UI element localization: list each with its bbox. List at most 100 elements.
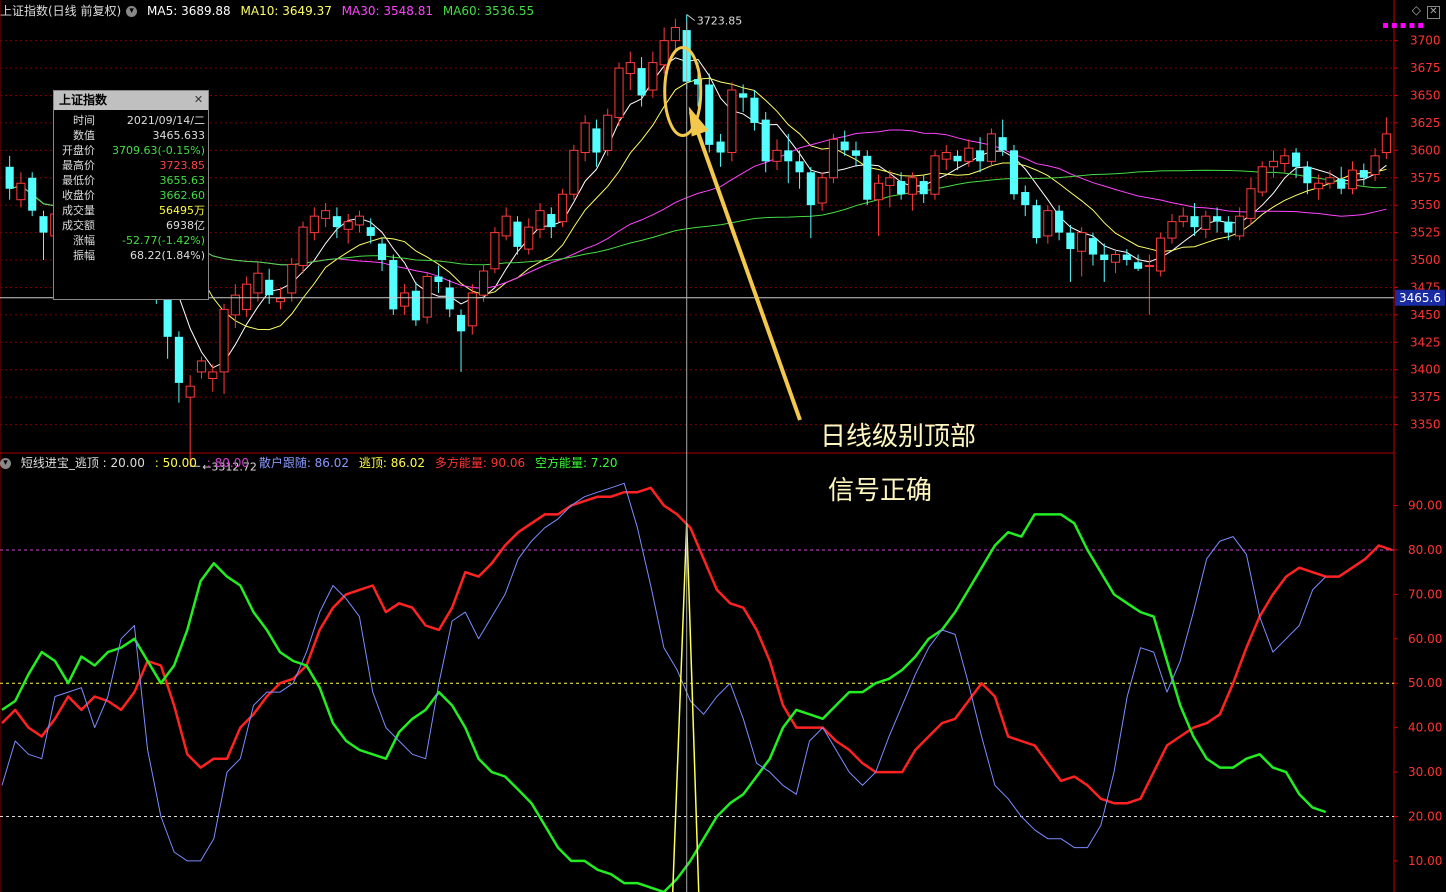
candle-body <box>321 210 331 219</box>
candle-body <box>784 150 793 162</box>
candle-body <box>490 232 500 270</box>
candle <box>1292 148 1301 178</box>
chart-canvas[interactable]: 3700367536503625360035753550352535003475… <box>0 0 1446 892</box>
settings-gear-icon[interactable]: ▾ <box>126 6 138 17</box>
chart-window[interactable]: 3700 3675 3650 3625 3600 3575 3550 3525 3500 3475… <box>0 0 1446 892</box>
candle <box>219 303 229 394</box>
candle-body <box>885 177 895 186</box>
candle <box>524 218 534 255</box>
candle-body <box>873 182 884 201</box>
indicator-series <box>1 482 1393 892</box>
candle-body <box>1201 215 1211 230</box>
candle-body <box>828 138 838 179</box>
indicator-tick-label: 50.00 <box>1408 676 1442 690</box>
candle-body <box>422 275 432 318</box>
candle <box>1213 207 1222 233</box>
candle <box>772 139 782 171</box>
candle-body <box>1077 232 1087 252</box>
info-value: 56495万 <box>159 204 205 217</box>
bear-energy-line <box>1 513 1327 892</box>
candle-body <box>1268 160 1279 168</box>
candle-body <box>547 213 556 228</box>
candle-body <box>479 270 489 296</box>
price-tick-label: 3450 <box>1410 308 1441 322</box>
candle <box>603 108 613 156</box>
price-tick-label: 3375 <box>1410 390 1441 404</box>
indicator-name[interactable]: 短线进宝_逃顶 <box>21 456 99 470</box>
candle-body <box>1370 155 1380 175</box>
ma60-label: MA60: 3536.55 <box>442 4 535 18</box>
candle <box>1032 199 1041 244</box>
candle <box>377 238 387 272</box>
candle-body <box>366 227 375 236</box>
candle <box>242 276 252 318</box>
price-tick-label: 3350 <box>1410 418 1441 432</box>
candle-body <box>897 181 906 195</box>
indicator-tick-label: 30.00 <box>1408 765 1442 779</box>
info-panel-title-bar[interactable]: 上证指数 ✕ <box>54 91 208 110</box>
candle <box>445 279 454 318</box>
candle <box>479 264 489 302</box>
candle-body <box>1156 237 1166 272</box>
candle <box>1347 161 1358 195</box>
diamond-icon[interactable]: ◇ <box>1412 3 1421 17</box>
candle-body <box>524 226 534 250</box>
candle <box>434 265 443 293</box>
candle-body <box>1246 188 1256 219</box>
candle <box>1370 148 1380 182</box>
candle-body <box>28 177 37 211</box>
main-chart-header: 上证指数(日线 前复权) ▾ MA5: 3689.88 MA10: 3649.37… <box>0 1 540 21</box>
candle <box>986 128 996 167</box>
info-row: 成交量 56495万 <box>54 203 208 218</box>
candle <box>366 218 375 244</box>
candle-body <box>309 215 319 234</box>
candle <box>1257 161 1267 197</box>
info-panel[interactable]: 上证指数 ✕ 时间 2021/09/14/二 数值 3465.633 开盘价 3709… <box>53 90 209 300</box>
candle <box>1235 207 1245 241</box>
candle-body <box>569 149 579 195</box>
close-icon[interactable]: ✕ <box>1427 6 1440 19</box>
price-tick-label: 3550 <box>1410 198 1441 212</box>
candle-body <box>907 177 917 195</box>
candle <box>828 133 838 184</box>
price-tick-label: 3525 <box>1410 226 1441 240</box>
candle <box>490 227 500 274</box>
candle-body <box>1257 166 1267 193</box>
main-chart-title[interactable]: 上证指数(日线 前复权) <box>0 4 121 18</box>
candle <box>727 82 737 162</box>
indicator-gear-icon[interactable]: ▾ <box>0 458 11 469</box>
candle-body <box>513 221 522 247</box>
candle <box>851 141 861 167</box>
candlestick-series[interactable] <box>5 14 1391 467</box>
candle <box>16 172 26 208</box>
info-row: 最高价 3723.85 <box>54 158 208 173</box>
candle-body <box>377 243 387 261</box>
candle <box>648 51 658 98</box>
candle <box>941 144 951 171</box>
candle <box>1381 117 1391 160</box>
price-tick-label: 3600 <box>1410 143 1441 157</box>
retail-follow-value: 散户跟随: 86.02 <box>258 456 350 470</box>
info-row: 成交额 6938亿 <box>54 218 208 233</box>
candle-body <box>1122 254 1131 261</box>
candle-body <box>705 84 714 145</box>
candle-body <box>716 141 725 153</box>
candle-body <box>298 226 308 267</box>
candle-body <box>930 155 940 195</box>
candle-body <box>445 287 454 310</box>
candle-body <box>253 272 263 294</box>
indicator-tick-label: 90.00 <box>1408 499 1442 513</box>
candle-body <box>625 62 635 75</box>
candle <box>964 139 974 167</box>
close-icon[interactable]: ✕ <box>192 93 205 106</box>
candle <box>321 202 331 228</box>
candle-body <box>354 215 365 226</box>
candle-body <box>953 155 962 162</box>
candle-body <box>1325 177 1335 184</box>
indicator-header: ▾ 短线进宝_逃顶 : 20.00 : 50.00 : 80.00 散户跟随: … <box>0 453 624 473</box>
candle <box>1055 205 1064 241</box>
candle <box>1280 148 1290 173</box>
price-tick-label: 3500 <box>1410 253 1441 267</box>
candle-body <box>1381 133 1391 154</box>
info-label: 振幅 <box>73 249 95 262</box>
